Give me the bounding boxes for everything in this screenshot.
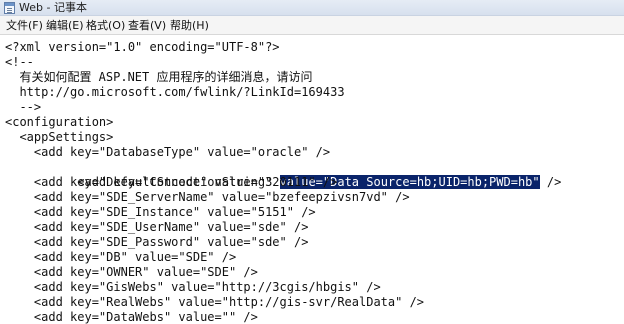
- code-line-7: <appSettings>: [5, 130, 114, 144]
- code-line-16: <add key="OWNER" value="SDE" />: [5, 265, 258, 279]
- code-line-14: <add key="SDE_Password" value="sde" />: [5, 235, 309, 249]
- code-line-10: <add key="DefaultStcode" value="320111" …: [5, 175, 338, 189]
- title-bar: Web - 记事本: [0, 0, 624, 16]
- code-line-17: <add key="GisWebs" value="http://3cgis/h…: [5, 280, 381, 294]
- code-line-5: -->: [5, 100, 42, 114]
- code-line-19: <add key="DataWebs" value="" />: [5, 310, 258, 324]
- code-line-12: <add key="SDE_Instance" value="5151" />: [5, 205, 316, 219]
- code-line-9: <add key="ConnectionString" value="Data …: [5, 160, 561, 189]
- code-line-1: <?xml version="1.0" encoding="UTF-8"?>: [5, 40, 280, 54]
- code-line-6: <configuration>: [5, 115, 114, 129]
- menu-format[interactable]: 格式(O): [86, 18, 125, 33]
- text-editor[interactable]: <?xml version="1.0" encoding="UTF-8"?> <…: [0, 35, 624, 324]
- menu-bar: 文件(F) 编辑(E) 格式(O) 查看(V) 帮助(H): [0, 16, 624, 35]
- code-line-4: http://go.microsoft.com/fwlink/?LinkId=1…: [5, 85, 345, 99]
- code-line-11: <add key="SDE_ServerName" value="bzefeep…: [5, 190, 410, 204]
- code-line-15: <add key="DB" value="SDE" />: [5, 250, 237, 264]
- code-line-13: <add key="SDE_UserName" value="sde" />: [5, 220, 309, 234]
- menu-view[interactable]: 查看(V): [128, 18, 166, 33]
- notepad-window: Web - 记事本 文件(F) 编辑(E) 格式(O) 查看(V) 帮助(H) …: [0, 0, 624, 324]
- menu-edit[interactable]: 编辑(E): [46, 18, 84, 33]
- code-line-18: <add key="RealWebs" value="http://gis-sv…: [5, 295, 425, 309]
- window-title: Web - 记事本: [19, 1, 87, 14]
- notepad-icon: [4, 2, 15, 14]
- code-line-3: 有关如何配置 ASP.NET 应用程序的详细消息，请访问: [5, 70, 313, 84]
- code-line-9-suffix: />: [539, 175, 562, 189]
- code-line-8: <add key="DatabaseType" value="oracle" /…: [5, 145, 331, 159]
- code-line-2: <!--: [5, 55, 34, 69]
- menu-help[interactable]: 帮助(H): [170, 18, 209, 33]
- menu-file[interactable]: 文件(F): [6, 18, 43, 33]
